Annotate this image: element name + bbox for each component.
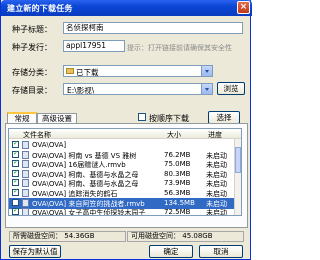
directory-label: 存储目录： xyxy=(12,86,52,95)
row-checkbox[interactable] xyxy=(12,139,19,148)
row-checkbox[interactable] xyxy=(12,187,19,196)
table-row[interactable]: OVA\OVA] 女子高中生侦探铃木园子 72.5MB 未启动 xyxy=(9,206,235,216)
required-space-field: 所需磁盘空间： 54.36GB xyxy=(9,231,126,242)
column-header-name[interactable]: 文件名称 xyxy=(23,130,51,140)
file-icon xyxy=(22,160,29,169)
file-size: 73.9MB xyxy=(164,179,191,188)
window-title: 建立新的下载任务 xyxy=(7,4,73,13)
row-checkbox[interactable] xyxy=(12,206,19,215)
file-name: OVA\OVA] xyxy=(32,141,67,149)
chevron-down-icon[interactable] xyxy=(201,84,212,94)
seed-publisher-label: 种子发行： xyxy=(12,43,52,52)
close-button[interactable]: × xyxy=(237,1,250,14)
file-size: 72.5MB xyxy=(164,208,191,216)
download-task-dialog: 建立新的下载任务 × 种子标题： 名侦探柯南 种子发行： appl17951 提… xyxy=(0,0,252,260)
row-checkbox[interactable] xyxy=(12,158,19,168)
sequential-download-checkbox[interactable] xyxy=(138,113,146,121)
required-space-value: 54.36GB xyxy=(64,232,95,240)
file-size: 80.3MB xyxy=(164,169,191,178)
scrollbar[interactable] xyxy=(234,139,241,215)
cancel-button[interactable]: 取消 xyxy=(199,245,243,258)
category-select[interactable]: 已下载 xyxy=(63,65,213,77)
directory-select[interactable]: E:\影视\ xyxy=(63,83,213,95)
file-name: OVA\OVA] 女子高中生侦探铃木园子 xyxy=(32,209,146,216)
chevron-down-icon[interactable] xyxy=(201,66,212,76)
column-header-size[interactable]: 大小 xyxy=(167,130,181,140)
ok-button[interactable]: 确定 xyxy=(149,245,193,258)
file-icon xyxy=(22,169,29,178)
seed-title-field[interactable]: 名侦探柯南 xyxy=(63,22,243,34)
row-checkbox[interactable] xyxy=(12,198,19,206)
seed-title-label: 种子标题： xyxy=(12,25,52,34)
safety-hint: 提示：打开链接前请确保其安全性 xyxy=(127,44,232,52)
file-size: 76.2MB xyxy=(164,150,191,159)
file-icon xyxy=(22,208,29,215)
column-header-progress[interactable]: 进度 xyxy=(208,130,222,140)
file-list[interactable]: 文件名称 大小 进度 OVA\OVA]OVA\OVA] 柯南 vs 基德 VS … xyxy=(8,128,242,216)
file-icon xyxy=(22,198,29,207)
file-icon xyxy=(22,189,29,197)
row-checkbox[interactable] xyxy=(12,149,19,158)
list-header: 文件名称 大小 进度 xyxy=(9,129,241,139)
title-bar[interactable]: 建立新的下载任务 × xyxy=(1,0,252,16)
file-icon xyxy=(22,179,29,188)
available-space-value: 45.08GB xyxy=(182,232,213,240)
required-space-label: 所需磁盘空间： xyxy=(13,232,62,240)
row-checkbox[interactable] xyxy=(12,168,19,177)
file-size: 134.5MB xyxy=(164,198,195,207)
browse-button[interactable]: 浏览 xyxy=(217,82,245,95)
file-size: 75.0MB xyxy=(164,160,191,169)
folder-icon xyxy=(66,68,74,74)
file-icon xyxy=(22,150,29,159)
file-size: 56.3MB xyxy=(164,189,191,197)
seed-publisher-field: appl17951 xyxy=(63,40,125,52)
directory-value: E:\影视\ xyxy=(67,86,95,95)
file-icon xyxy=(22,141,29,149)
category-value: 已下载 xyxy=(76,68,99,77)
scroll-thumb[interactable] xyxy=(235,147,241,173)
tab-general[interactable]: 常规 xyxy=(7,112,37,123)
file-progress: 未启动 xyxy=(206,209,227,216)
available-space-label: 可用磁盘空间： xyxy=(131,232,180,240)
save-as-default-button[interactable]: 保存为默认值 xyxy=(9,245,61,258)
available-space-field: 可用磁盘空间： 45.08GB xyxy=(127,231,244,242)
row-checkbox[interactable] xyxy=(12,177,19,187)
category-label: 存储分类： xyxy=(12,68,52,77)
